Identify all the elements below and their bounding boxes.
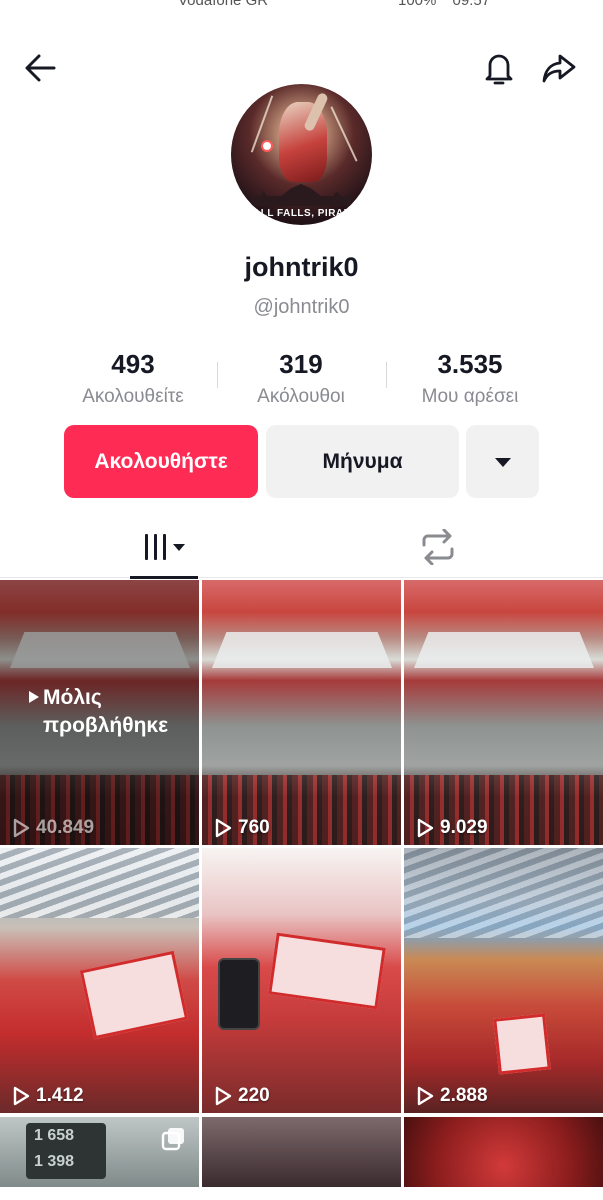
- thumbnail-roof: [0, 848, 199, 918]
- recently-watched-text: Μόλις προβλήθηκε: [43, 686, 169, 737]
- bell-icon: [485, 54, 513, 85]
- time-label: 09:57: [452, 0, 491, 9]
- message-button[interactable]: Μήνυμα: [266, 425, 459, 498]
- play-outline-icon: [13, 818, 30, 838]
- view-count: 9.029: [416, 817, 488, 839]
- view-count-value: 9.029: [440, 817, 488, 838]
- followers-count: 319: [279, 349, 323, 379]
- username: johntrik0: [244, 252, 359, 282]
- thumbnail-court: [414, 632, 594, 668]
- video-thumbnail[interactable]: [404, 1117, 603, 1187]
- profile-tabs: [0, 516, 603, 579]
- tab-reposts[interactable]: [404, 516, 472, 578]
- video-thumbnail[interactable]: 760: [202, 580, 401, 845]
- view-count-value: 220: [238, 1085, 270, 1106]
- video-thumbnail[interactable]: 220: [202, 848, 401, 1113]
- view-count: 760: [214, 817, 270, 839]
- likes-label: Μου αρέσει: [421, 386, 519, 407]
- video-thumbnail[interactable]: [202, 1117, 401, 1187]
- likes-count: 3.535: [437, 349, 503, 379]
- video-thumbnail[interactable]: Μόλις προβλήθηκε 40.849: [0, 580, 199, 845]
- video-thumbnail[interactable]: 1 658 1 398: [0, 1117, 199, 1187]
- play-outline-icon: [215, 1086, 232, 1106]
- view-count: 220: [214, 1085, 270, 1107]
- carrier-label: Vodafone GR: [178, 0, 269, 9]
- thumbnail-roof: [404, 848, 603, 938]
- back-button[interactable]: [18, 46, 62, 90]
- thumbnail-flag: [493, 1013, 551, 1075]
- video-thumbnail[interactable]: 2.888: [404, 848, 603, 1113]
- stat-divider: [386, 362, 387, 388]
- video-thumbnail[interactable]: 1.412: [0, 848, 199, 1113]
- share-button[interactable]: [537, 46, 581, 90]
- stat-divider: [217, 362, 218, 388]
- thumbnail-flag: [79, 950, 189, 1040]
- view-count: 40.849: [12, 817, 94, 839]
- grid-bars-icon: [145, 534, 185, 560]
- scoreboard-bottom-text: 1 398: [34, 1153, 75, 1170]
- following-count: 493: [111, 349, 155, 379]
- thumbnail-court: [212, 632, 392, 668]
- repost-icon: [422, 529, 454, 565]
- profile-stats: 493 Ακολουθείτε 319 Ακόλουθοι 3.535 Μου …: [60, 346, 543, 416]
- tab-videos[interactable]: [130, 516, 198, 579]
- video-thumbnail[interactable]: 9.029: [404, 580, 603, 845]
- play-outline-icon: [417, 818, 434, 838]
- view-count-value: 2.888: [440, 1085, 488, 1106]
- view-count-value: 1.412: [36, 1085, 84, 1106]
- more-options-button[interactable]: [466, 425, 539, 498]
- status-bar: Vodafone GR 100% 09:57: [0, 0, 603, 10]
- play-outline-icon: [13, 1086, 30, 1106]
- scoreboard-top-text: 1 658: [34, 1127, 75, 1144]
- play-outline-icon: [417, 1086, 434, 1106]
- multi-photo-icon: [161, 1128, 184, 1151]
- view-count: 1.412: [12, 1085, 84, 1107]
- thumbnail-phone: [218, 958, 260, 1030]
- play-outline-icon: [215, 818, 232, 838]
- recently-watched-label: Μόλις προβλήθηκε: [28, 684, 193, 740]
- stat-followers[interactable]: 319 Ακόλουθοι: [221, 346, 381, 410]
- view-count-value: 760: [238, 817, 270, 838]
- following-label: Ακολουθείτε: [82, 386, 184, 407]
- view-count: 2.888: [416, 1085, 488, 1107]
- play-small-icon: [29, 691, 39, 703]
- share-arrow-icon: [542, 54, 576, 83]
- lightning-bolt: [330, 106, 358, 162]
- avatar-ring: [261, 140, 273, 152]
- user-handle: @johntrik0: [253, 296, 350, 318]
- avatar-caption: ALL FALLS, PIRAEU: [253, 208, 359, 219]
- stat-likes[interactable]: 3.535 Μου αρέσει: [390, 346, 550, 410]
- avatar-city-silhouette: [251, 184, 351, 206]
- followers-label: Ακόλουθοι: [257, 386, 345, 407]
- notifications-button[interactable]: [477, 46, 521, 90]
- thumbnail-flag: [268, 932, 386, 1010]
- status-right: 100% 09:57: [398, 0, 490, 9]
- scoreboard: 1 658 1 398: [26, 1123, 106, 1179]
- view-count-value: 40.849: [36, 817, 95, 838]
- follow-button[interactable]: Ακολουθήστε: [64, 425, 258, 498]
- caret-down-icon: [494, 457, 511, 467]
- stat-following[interactable]: 493 Ακολουθείτε: [53, 346, 213, 410]
- battery-label: 100%: [398, 0, 437, 9]
- arrow-left-icon: [25, 54, 56, 82]
- avatar[interactable]: ALL FALLS, PIRAEU: [231, 84, 372, 225]
